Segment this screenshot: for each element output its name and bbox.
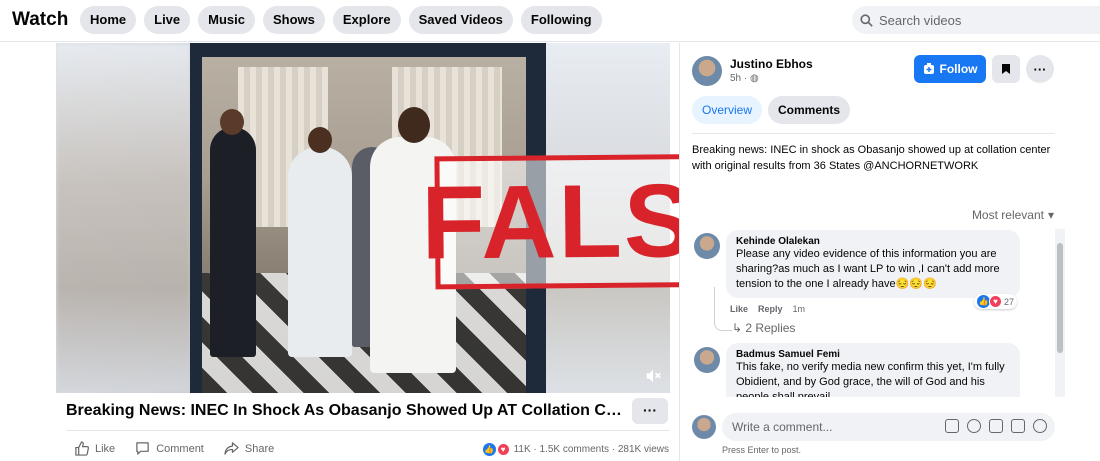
author-name[interactable]: Justino Ebhos [730,57,813,71]
search-input[interactable] [879,12,1079,28]
composer-hint: Press Enter to post. [722,445,802,455]
comment-reaction-count: 27 [1004,296,1015,307]
save-button[interactable] [992,55,1020,83]
follow-button[interactable]: Follow [914,55,986,83]
top-bar: Watch Home Live Music Shows Explore Save… [0,0,1100,42]
scrollbar-thumb[interactable] [1057,243,1063,353]
follow-icon [923,63,934,74]
nav-shows[interactable]: Shows [262,6,325,34]
comments-scrollbar[interactable] [1055,229,1065,397]
nav-music[interactable]: Music [198,6,255,34]
share-label: Share [244,442,275,455]
figure-head [220,109,244,135]
figure-head [398,107,430,143]
divider [66,430,670,431]
post-meta: 5h · ◍ [730,73,759,84]
gif-icon[interactable] [1011,419,1025,433]
comment-composer[interactable] [722,413,1055,441]
watch-title: Watch [12,9,69,30]
follow-label: Follow [939,62,978,76]
comment-like-button[interactable]: Like [730,304,748,314]
sort-dropdown[interactable]: Most relevant ▾ [972,208,1054,222]
view-replies-button[interactable]: ↳ 2 Replies [732,321,795,335]
post-panel: Justino Ebhos 5h · ◍ Follow ··· Overview… [679,43,1100,461]
nav-saved-videos[interactable]: Saved Videos [408,6,513,34]
comment-time: 1m [792,304,806,314]
commenter-name[interactable]: Kehinde Olalekan [736,236,1010,247]
nav-home[interactable]: Home [80,6,137,34]
nav-following[interactable]: Following [520,6,602,34]
figure-suit [210,127,256,357]
figure-head [308,127,332,153]
post-time[interactable]: 5h · [730,73,747,84]
sticker-icon[interactable] [1033,419,1047,433]
video-stats[interactable]: 👍 ♥ 11K · 1.5K comments · 281K views [482,443,669,456]
tab-comments[interactable]: Comments [768,96,851,124]
love-reaction-icon: ♥ [496,443,510,456]
comment-label: Comment [156,442,204,455]
divider [692,133,1055,134]
thumbs-up-icon [75,441,89,456]
search-icon [860,13,873,27]
caret-down-icon: ▾ [1047,208,1054,222]
commenter-name[interactable]: Badmus Samuel Femi [736,349,1010,360]
comment-button[interactable]: Comment [135,441,204,456]
bookmark-icon [1002,64,1010,74]
camera-icon[interactable] [989,419,1003,433]
comment-actions: Like Reply 1m [730,304,805,314]
video-title[interactable]: Breaking News: INEC In Shock As Obasanjo… [66,402,626,420]
author-avatar[interactable] [692,56,722,86]
like-label: Like [95,442,116,455]
reply-thread-line [714,287,732,331]
video-more-button[interactable]: ··· [632,398,668,424]
comment-icon [136,442,149,455]
nav-live[interactable]: Live [144,6,191,34]
globe-icon: ◍ [750,73,759,84]
commenter-avatar[interactable] [694,233,720,259]
comment-reactions[interactable]: 👍 ♥ 27 [974,294,1018,309]
watch-nav: Home Live Music Shows Explore Saved Vide… [80,6,602,34]
comment-clip: Badmus Samuel Femi This fake, no verify … [726,343,1020,397]
like-reaction-icon: 👍 [482,443,496,456]
post-more-button[interactable]: ··· [1026,55,1054,83]
share-button[interactable]: Share [224,441,274,456]
avatar-sticker-icon[interactable] [945,419,959,433]
panel-tabs: Overview Comments [692,96,851,124]
video-stats-text: 11K · 1.5K comments · 281K views [513,444,669,455]
sort-label: Most relevant [971,208,1044,222]
user-avatar [692,415,716,439]
comment-reply-button[interactable]: Reply [758,304,783,314]
emoji-icon[interactable] [967,419,981,433]
comment-text: This fake, no verify media new confirm t… [736,361,1005,397]
commenter-avatar[interactable] [694,347,720,373]
more-icon: ··· [1033,61,1047,77]
video-blur-left [56,43,191,393]
love-reaction-icon: ♥ [989,295,1002,308]
comment-bubble: Kehinde Olalekan Please any video eviden… [726,230,1020,298]
composer-tools [945,419,1047,433]
nav-explore[interactable]: Explore [332,6,401,34]
search-box[interactable] [852,6,1100,34]
post-description: Breaking news: INEC in shock as Obasanjo… [692,144,1051,172]
tab-overview[interactable]: Overview [692,96,763,124]
comment-bubble: Badmus Samuel Femi This fake, no verify … [726,343,1020,397]
comment-input[interactable] [732,420,932,434]
share-icon [224,442,239,455]
mute-icon[interactable] [644,367,662,385]
like-button[interactable]: Like [74,441,115,456]
figure-white-robe [288,147,352,357]
video-actions: Like Comment Share [74,441,274,456]
comment-text: Please any video evidence of this inform… [736,248,1000,290]
